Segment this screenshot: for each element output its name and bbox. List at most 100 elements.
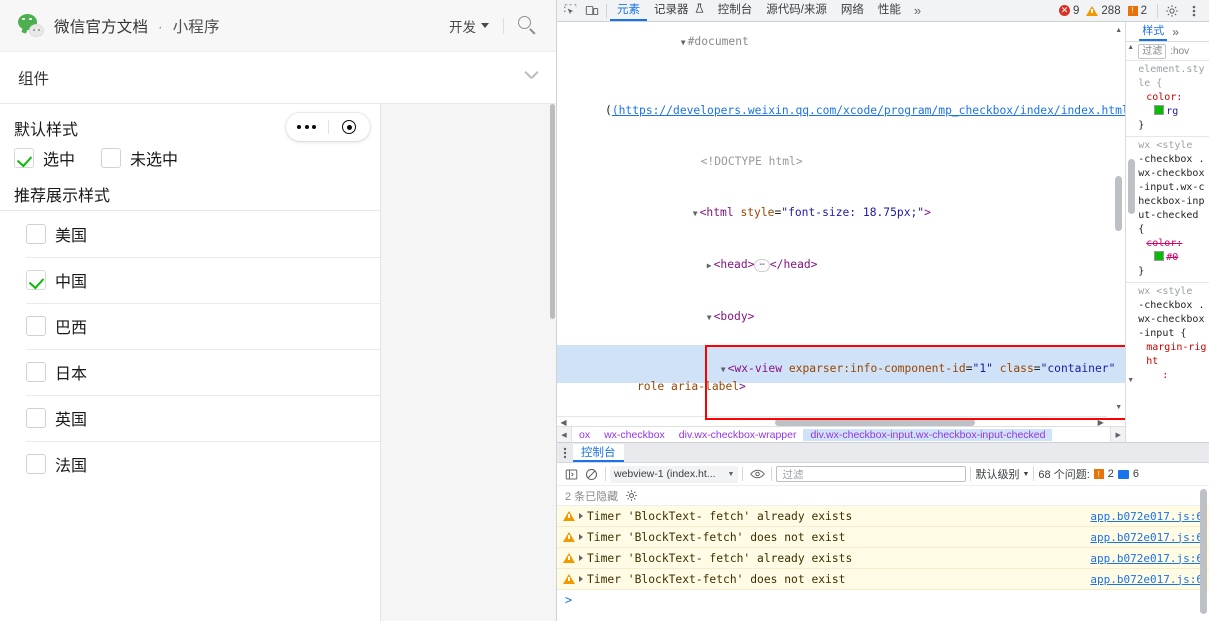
style-rule-source[interactable]: wx <style (1138, 139, 1207, 153)
chevron-down-icon[interactable] (525, 71, 538, 84)
breadcrumb-item-0[interactable]: ox (572, 429, 597, 441)
style-prop-name[interactable]: color (1146, 238, 1176, 249)
console-message-source[interactable]: app.b072e017.js:6 (1090, 573, 1203, 586)
tab-console[interactable]: 控制台 (711, 0, 760, 21)
breadcrumb-item-3[interactable]: div.wx-checkbox-input.wx-checkbox-input-… (803, 428, 1053, 441)
style-prop-value[interactable]: : (1162, 370, 1168, 381)
expand-arrow-icon[interactable] (579, 576, 583, 582)
checkbox-item-unchecked[interactable]: 未选中 (101, 146, 178, 170)
breadcrumb-item-2[interactable]: div.wx-checkbox-wrapper (672, 429, 804, 441)
dom-scrollbar-thumb[interactable] (1115, 176, 1123, 231)
checkbox-box-unchecked[interactable] (101, 148, 122, 168)
tab-styles[interactable]: 样式 (1139, 22, 1168, 41)
color-swatch[interactable] (1154, 105, 1165, 115)
more-vertical-icon[interactable] (557, 443, 573, 462)
issues-summary[interactable]: 68 个问题: ! 2 6 (1038, 466, 1139, 482)
chevron-double-right-icon[interactable]: » (1172, 25, 1179, 39)
styles-filter-input[interactable]: 过滤 (1138, 43, 1167, 59)
scroll-up-arrow-icon[interactable]: ▲ (1114, 26, 1123, 35)
console-message-row[interactable]: Timer 'BlockText-fetch' does not exist a… (557, 569, 1209, 590)
drawer-tab-console[interactable]: 控制台 (573, 443, 624, 462)
more-vertical-icon[interactable] (1183, 1, 1205, 21)
clear-console-icon[interactable] (581, 464, 601, 484)
search-icon[interactable] (518, 15, 538, 36)
hscroll-thumb[interactable] (775, 419, 975, 426)
target-icon[interactable] (329, 120, 371, 134)
issue-count-badge[interactable]: ! 2 (1127, 5, 1147, 17)
console-context-select[interactable]: webview-1 (index.ht... ▼ (610, 465, 739, 483)
console-scrollbar-thumb[interactable] (1200, 489, 1207, 614)
error-count-badge[interactable]: ✕ 9 (1059, 5, 1079, 17)
console-message-row[interactable]: Timer 'BlockText-fetch' does not exist a… (557, 527, 1209, 548)
gear-icon[interactable] (1161, 1, 1183, 21)
dom-line[interactable]: <!DOCTYPE html> (557, 136, 1125, 187)
tab-network[interactable]: 网络 (834, 0, 871, 21)
checkbox-box[interactable] (26, 224, 46, 244)
dom-line[interactable]: ▼ <wx-view exparser:info-component-id="1"… (557, 343, 1125, 412)
style-prop-value[interactable]: #0 (1166, 252, 1178, 263)
checkbox-box[interactable] (26, 270, 46, 290)
style-rule-source[interactable]: wx <style (1138, 285, 1207, 299)
gear-icon[interactable] (625, 489, 638, 502)
color-swatch[interactable] (1154, 251, 1165, 261)
list-item[interactable]: 中国 (0, 257, 380, 303)
console-filter-input[interactable]: 过滤 (776, 466, 967, 482)
style-rule-input[interactable]: wx <style -checkbox .wx-checkbox-input {… (1126, 283, 1209, 386)
component-section-bar[interactable]: 组件 (0, 52, 556, 104)
styles-scrollbar-thumb[interactable] (1128, 159, 1136, 214)
chevron-double-right-icon[interactable]: » (908, 3, 926, 18)
checkbox-box[interactable] (26, 316, 46, 336)
dom-line-url[interactable]: ((https://developers.weixin.qq.com/xcode… (557, 68, 1125, 136)
console-message-source[interactable]: app.b072e017.js:6 (1090, 552, 1203, 565)
scroll-down-arrow-icon[interactable]: ▼ (1114, 403, 1123, 412)
breadcrumb-scroll-right-icon[interactable]: ▶ (1110, 427, 1126, 442)
breadcrumb-item-1[interactable]: wx-checkbox (597, 429, 672, 441)
document-url[interactable]: (https://developers.weixin.qq.com/xcode/… (612, 104, 1125, 117)
style-prop-value[interactable]: rg (1166, 106, 1178, 117)
expand-arrow-icon[interactable] (579, 513, 583, 519)
expand-arrow-icon[interactable] (579, 555, 583, 561)
tab-elements[interactable]: 元素 (610, 0, 647, 21)
breadcrumb-scroll-left-icon[interactable]: ◀ (557, 427, 572, 442)
live-expression-icon[interactable] (747, 464, 767, 484)
scroll-up-arrow-icon[interactable]: ▲ (1127, 44, 1134, 51)
device-toolbar-icon[interactable] (581, 1, 603, 21)
style-rule-element[interactable]: element.style { color: rg } (1126, 61, 1209, 137)
tab-performance[interactable]: 性能 (871, 0, 908, 21)
page-scrollbar-thumb[interactable] (550, 104, 555, 319)
checkbox-box[interactable] (26, 454, 46, 474)
list-item[interactable]: 美国 (0, 211, 380, 257)
warning-count-badge[interactable]: 288 (1086, 5, 1121, 17)
list-item[interactable]: 巴西 (0, 303, 380, 349)
checkbox-box[interactable] (26, 408, 46, 428)
tab-sources[interactable]: 源代码/来源 (759, 0, 834, 21)
console-message-source[interactable]: app.b072e017.js:6 (1090, 510, 1203, 523)
style-prop-name[interactable]: margin-right (1146, 342, 1206, 367)
show-console-sidebar-icon[interactable] (561, 464, 581, 484)
console-prompt[interactable]: > (557, 590, 1209, 610)
dom-tree-scrollbar[interactable]: ▲ ▼ (1114, 26, 1123, 412)
console-message-source[interactable]: app.b072e017.js:6 (1090, 531, 1203, 544)
list-item[interactable]: 法国 (0, 441, 380, 487)
checkbox-item-checked[interactable]: 选中 (14, 146, 75, 170)
checkbox-box-checked[interactable] (14, 148, 34, 168)
tab-recorder[interactable]: 记录器 (647, 0, 711, 21)
inspect-element-icon[interactable] (559, 1, 581, 21)
styles-scrollbar[interactable] (1127, 64, 1136, 442)
dom-line[interactable]: ▼ #document (557, 22, 1125, 68)
console-level-select[interactable]: 默认级别 ▼ (975, 466, 1029, 482)
expand-arrow-icon[interactable] (579, 534, 583, 540)
console-message-row[interactable]: Timer 'BlockText- fetch' already exists … (557, 506, 1209, 527)
list-item[interactable]: 英国 (0, 395, 380, 441)
more-dots-icon[interactable] (286, 125, 328, 129)
console-message-row[interactable]: Timer 'BlockText- fetch' already exists … (557, 548, 1209, 569)
dev-menu-button[interactable]: 开发 (449, 16, 489, 36)
style-rule-checked[interactable]: wx <style -checkbox .wx-checkbox-input.w… (1126, 137, 1209, 283)
checkbox-box[interactable] (26, 362, 46, 382)
dom-line[interactable]: ▼ <html style="font-size: 18.75px;"> (557, 187, 1125, 239)
dom-line[interactable]: ▼ <body> (557, 291, 1125, 343)
hover-state-button[interactable]: :hov (1170, 46, 1189, 57)
list-item[interactable]: 日本 (0, 349, 380, 395)
style-prop-name[interactable]: color (1146, 92, 1176, 103)
dom-line[interactable]: ▶ <head> ⋯ </head> (557, 239, 1125, 291)
